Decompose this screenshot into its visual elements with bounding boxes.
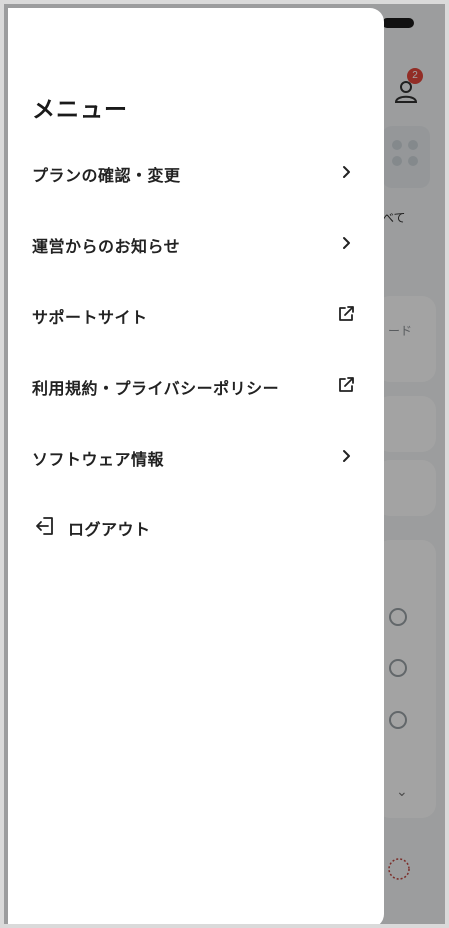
menu-item-label: 運営からのお知らせ — [32, 237, 181, 256]
chevron-right-icon — [343, 166, 350, 178]
external-link-icon — [339, 306, 354, 321]
external-link-icon — [339, 377, 354, 392]
logout-button[interactable]: ログアウト — [8, 506, 208, 546]
menu-item-announcements[interactable]: 運営からのお知らせ — [8, 223, 384, 263]
menu-item-plan[interactable]: プランの確認・変更 — [8, 152, 384, 192]
screen-frame: 2 べて ード ⌄ メニュー プランの確認・変更 運営からのお知らせ サポートサ… — [0, 0, 449, 928]
side-menu-drawer: メニュー プランの確認・変更 運営からのお知らせ サポートサイト 利用規約・プラ… — [8, 8, 384, 924]
chevron-right-icon — [343, 450, 350, 462]
menu-item-label: ソフトウェア情報 — [32, 450, 165, 469]
chevron-right-icon — [343, 237, 350, 249]
menu-item-label: サポートサイト — [32, 308, 148, 327]
menu-item-software-info[interactable]: ソフトウェア情報 — [8, 436, 384, 476]
menu-item-label: プランの確認・変更 — [32, 166, 181, 185]
menu-item-label: 利用規約・プライバシーポリシー — [32, 379, 280, 398]
menu-item-terms-privacy[interactable]: 利用規約・プライバシーポリシー — [8, 365, 384, 405]
logout-icon — [36, 517, 53, 535]
menu-title: メニュー — [32, 97, 128, 123]
logout-label: ログアウト — [68, 520, 151, 539]
menu-item-support-site[interactable]: サポートサイト — [8, 294, 384, 334]
